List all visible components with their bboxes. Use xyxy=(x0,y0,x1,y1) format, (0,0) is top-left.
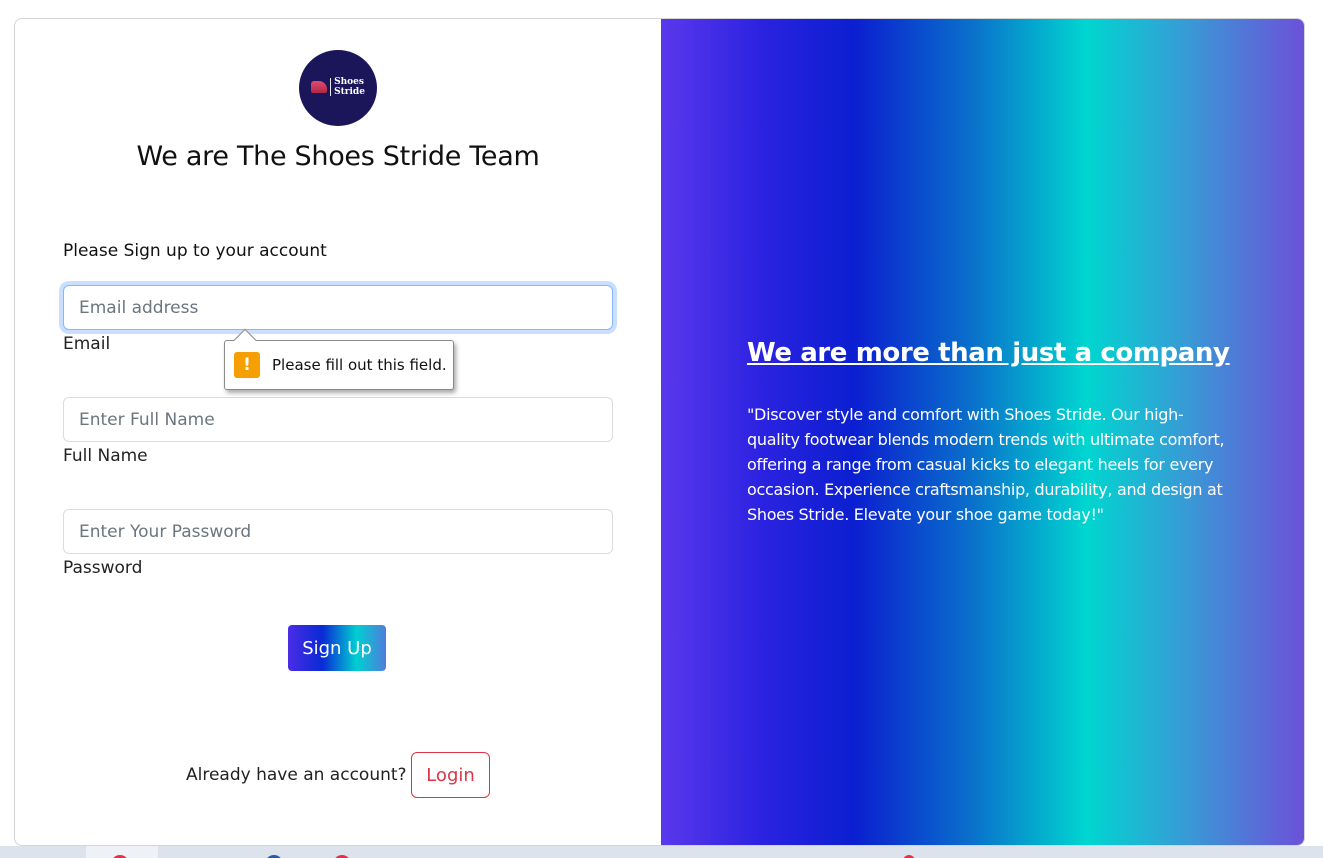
password-label: Password xyxy=(63,558,143,578)
promo-text: "Discover style and comfort with Shoes S… xyxy=(747,405,1225,524)
tooltip-arrow xyxy=(233,328,257,352)
signup-card: Shoes Stride We are The Shoes Stride Team… xyxy=(14,18,1305,846)
page-title: We are The Shoes Stride Team xyxy=(136,141,540,172)
warning-icon: ! xyxy=(234,352,260,378)
email-input[interactable] xyxy=(63,285,613,330)
promo-panel: We are more than just a company "Discove… xyxy=(661,19,1304,845)
form-subtitle: Please Sign up to your account xyxy=(63,241,327,261)
validation-message: Please fill out this field. xyxy=(272,356,447,374)
login-button[interactable]: Login xyxy=(411,752,490,798)
email-label: Email xyxy=(63,334,111,354)
promo-heading: We are more than just a company xyxy=(747,338,1230,368)
logo-text: Shoes Stride xyxy=(334,76,365,97)
logo-divider xyxy=(330,77,332,96)
already-account-text: Already have an account? xyxy=(186,765,407,785)
signup-panel: Shoes Stride We are The Shoes Stride Team… xyxy=(15,19,661,845)
sign-up-button[interactable]: Sign Up xyxy=(288,625,386,671)
validation-tooltip: ! Please fill out this field. xyxy=(224,328,454,390)
full-name-input[interactable] xyxy=(63,397,613,442)
taskbar xyxy=(0,846,1323,858)
shoe-icon xyxy=(311,80,328,93)
full-name-label: Full Name xyxy=(63,446,148,466)
brand-logo: Shoes Stride xyxy=(299,50,377,126)
password-input[interactable] xyxy=(63,509,613,554)
logo-mark: Shoes Stride xyxy=(311,77,365,97)
